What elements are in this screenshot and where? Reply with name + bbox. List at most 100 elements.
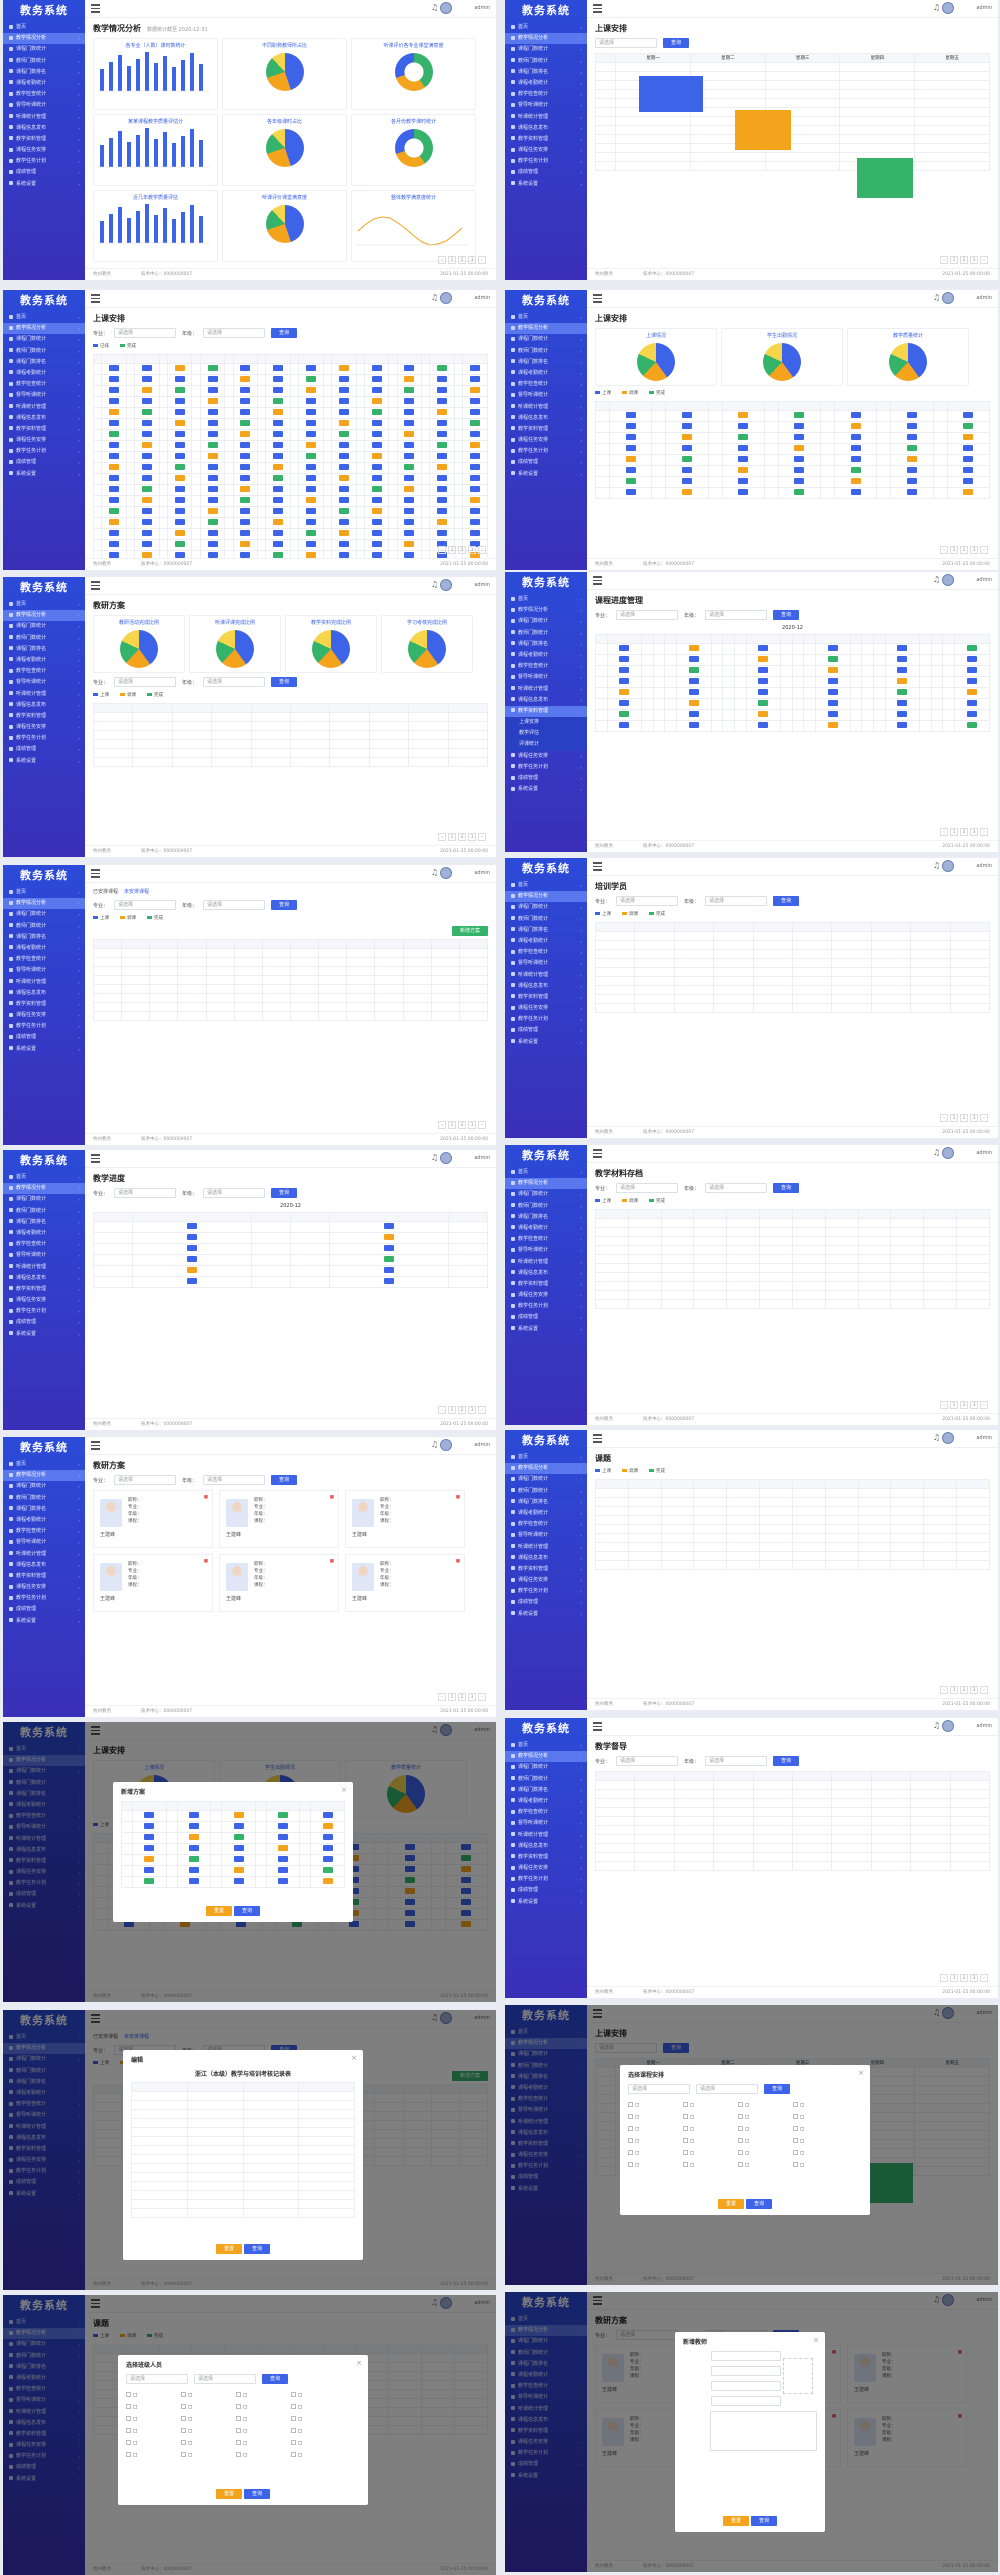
sidebar-item[interactable]: 首页› bbox=[505, 312, 587, 323]
status-chip[interactable] bbox=[278, 1878, 289, 1884]
status-chip[interactable] bbox=[437, 442, 448, 448]
sidebar-item[interactable]: 课程门数排名› bbox=[3, 1504, 85, 1515]
sidebar-item[interactable]: 教师门数统计› bbox=[3, 1493, 85, 1504]
table-cell[interactable] bbox=[615, 116, 691, 126]
status-chip[interactable] bbox=[174, 442, 185, 448]
status-chip[interactable] bbox=[470, 508, 481, 514]
query-button[interactable]: 查询 bbox=[271, 900, 298, 910]
sidebar-item[interactable]: 课程考勤统计› bbox=[505, 1223, 587, 1234]
avatar[interactable] bbox=[942, 1720, 954, 1732]
sidebar-item[interactable]: 教学任务计划› bbox=[3, 1306, 85, 1317]
table-row[interactable] bbox=[92, 1254, 489, 1266]
option-checkbox[interactable]: □ bbox=[628, 2162, 683, 2168]
close-icon[interactable]: × bbox=[351, 2054, 357, 2062]
sidebar-item[interactable]: 教学任务计划› bbox=[505, 1014, 587, 1025]
sidebar-item[interactable]: 成绩管理› bbox=[505, 457, 587, 468]
sidebar-item[interactable]: 课程考勤统计› bbox=[505, 1508, 587, 1519]
course-block[interactable] bbox=[639, 76, 703, 112]
table-row[interactable] bbox=[594, 958, 991, 968]
sidebar-item[interactable]: 教学任务计划› bbox=[505, 1586, 587, 1597]
table-row[interactable] bbox=[92, 396, 488, 408]
sidebar-item[interactable]: 听课统计管理› bbox=[3, 689, 85, 700]
sidebar-item[interactable]: 教学任务计划› bbox=[505, 1301, 587, 1312]
sidebar-item[interactable]: 教学资料管理› bbox=[505, 1852, 587, 1863]
status-chip[interactable] bbox=[906, 489, 917, 495]
status-chip[interactable] bbox=[470, 420, 481, 426]
table-row[interactable] bbox=[92, 1265, 489, 1277]
status-chip[interactable] bbox=[437, 519, 448, 525]
status-chip[interactable] bbox=[850, 456, 861, 462]
sidebar-item[interactable]: 首页› bbox=[505, 22, 587, 33]
hamburger-icon[interactable] bbox=[91, 1154, 100, 1163]
status-chip[interactable] bbox=[109, 464, 120, 470]
table-cell[interactable] bbox=[839, 107, 916, 117]
sidebar-item[interactable]: 课程任务安排› bbox=[3, 1582, 85, 1593]
sidebar-item[interactable]: 教学检查统计› bbox=[505, 89, 587, 100]
user-name[interactable]: admin bbox=[474, 582, 490, 588]
table-row[interactable] bbox=[131, 2100, 355, 2110]
sidebar-item[interactable]: 教学资料管理› bbox=[3, 999, 85, 1010]
sidebar-item[interactable]: 成绩管理› bbox=[3, 1604, 85, 1615]
option-checkbox[interactable]: □ bbox=[126, 2428, 181, 2434]
table-row[interactable] bbox=[131, 2118, 355, 2128]
sidebar-item[interactable]: 教学检查统计› bbox=[3, 379, 85, 390]
status-chip[interactable] bbox=[338, 497, 349, 503]
sidebar-item[interactable]: 听课统计管理› bbox=[3, 977, 85, 988]
status-chip[interactable] bbox=[141, 387, 152, 393]
status-chip[interactable] bbox=[305, 442, 316, 448]
sidebar-item[interactable]: 教学情况分析› bbox=[3, 1183, 85, 1195]
status-chip[interactable] bbox=[338, 420, 349, 426]
table-row[interactable] bbox=[595, 1533, 990, 1543]
sidebar-item[interactable]: 系统设置› bbox=[505, 179, 587, 190]
table-row[interactable] bbox=[92, 385, 488, 397]
status-chip[interactable] bbox=[273, 431, 284, 437]
table-cell[interactable] bbox=[839, 116, 916, 126]
table-cell[interactable] bbox=[615, 143, 691, 153]
status-chip[interactable] bbox=[371, 497, 382, 503]
status-chip[interactable] bbox=[188, 1845, 199, 1851]
status-chip[interactable] bbox=[240, 409, 251, 415]
table-row[interactable] bbox=[92, 473, 488, 485]
status-chip[interactable] bbox=[322, 1856, 333, 1862]
status-chip[interactable] bbox=[437, 453, 448, 459]
option-checkbox[interactable]: □ bbox=[793, 2150, 848, 2156]
sidebar-item[interactable]: 课程考勤统计› bbox=[505, 78, 587, 89]
status-chip[interactable] bbox=[338, 365, 349, 371]
table-cell[interactable] bbox=[615, 152, 691, 162]
status-chip[interactable] bbox=[305, 365, 316, 371]
cancel-button[interactable]: 重置 bbox=[216, 2244, 243, 2254]
sidebar-item[interactable]: 课程信息发布› bbox=[505, 1841, 587, 1852]
query-button[interactable]: 查询 bbox=[271, 1188, 298, 1198]
status-chip[interactable] bbox=[338, 464, 349, 470]
sidebar-item[interactable]: 督导听课统计› bbox=[3, 100, 85, 111]
sidebar-item[interactable]: 课程门数排名› bbox=[505, 1497, 587, 1508]
sidebar-item[interactable]: 教学情况分析› bbox=[505, 605, 587, 616]
status-chip[interactable] bbox=[240, 453, 251, 459]
status-chip[interactable] bbox=[141, 409, 152, 415]
bell-icon[interactable]: ♫ bbox=[933, 1721, 940, 1730]
bookmark-icon[interactable]: ■ bbox=[330, 1559, 334, 1564]
status-chip[interactable] bbox=[278, 1867, 289, 1873]
status-chip[interactable] bbox=[470, 530, 481, 536]
option-checkbox[interactable]: □ bbox=[793, 2138, 848, 2144]
status-chip[interactable] bbox=[141, 464, 152, 470]
status-chip[interactable] bbox=[233, 1856, 244, 1862]
grade-select[interactable]: 请选择 bbox=[203, 677, 266, 687]
table-row[interactable] bbox=[594, 994, 991, 1004]
sidebar-item[interactable]: 教学检查统计› bbox=[505, 947, 587, 958]
table-row[interactable] bbox=[595, 1236, 990, 1246]
option-checkbox[interactable]: □ bbox=[738, 2126, 793, 2132]
cancel-button[interactable]: 重置 bbox=[718, 2199, 745, 2209]
table-row[interactable] bbox=[92, 1011, 489, 1021]
table-row[interactable] bbox=[594, 476, 991, 488]
table-row[interactable] bbox=[595, 1488, 990, 1498]
sidebar-item[interactable]: 教师门数统计› bbox=[505, 914, 587, 925]
status-chip[interactable] bbox=[688, 667, 699, 673]
query-button[interactable]: 查询 bbox=[773, 896, 800, 906]
status-chip[interactable] bbox=[794, 445, 805, 451]
sidebar-item[interactable]: 教学资料管理› bbox=[3, 1284, 85, 1295]
option-checkbox[interactable]: □ bbox=[738, 2138, 793, 2144]
table-row[interactable] bbox=[131, 2091, 355, 2101]
status-chip[interactable] bbox=[109, 387, 120, 393]
sidebar-item[interactable]: 课程门数统计› bbox=[505, 44, 587, 55]
